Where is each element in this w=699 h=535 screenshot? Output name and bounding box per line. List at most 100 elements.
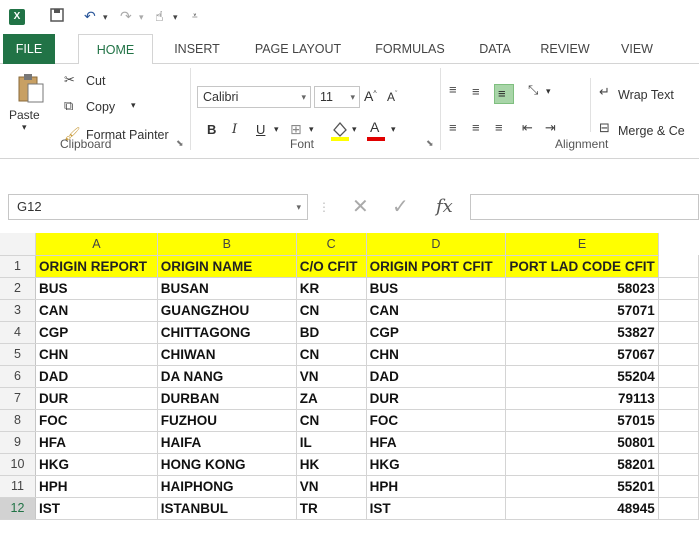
- cell[interactable]: 55204: [505, 365, 659, 388]
- cell[interactable]: CHIWAN: [157, 343, 297, 366]
- cell[interactable]: [658, 365, 699, 388]
- cell[interactable]: CHN: [35, 343, 158, 366]
- column-header-b[interactable]: B: [157, 233, 297, 256]
- cell[interactable]: GUANGZHOU: [157, 299, 297, 322]
- cell[interactable]: 58201: [505, 453, 659, 476]
- column-header-d[interactable]: D: [366, 233, 507, 256]
- row-header[interactable]: 8: [0, 409, 36, 432]
- cell[interactable]: DAD: [35, 365, 158, 388]
- font-launcher-icon[interactable]: ⬊: [426, 138, 434, 149]
- cell[interactable]: 53827: [505, 321, 659, 344]
- cell[interactable]: HAIFA: [157, 431, 297, 454]
- tab-file[interactable]: FILE: [3, 34, 55, 64]
- row-header[interactable]: 4: [0, 321, 36, 344]
- cell[interactable]: KR: [296, 277, 367, 300]
- cell[interactable]: VN: [296, 365, 367, 388]
- cell[interactable]: CGP: [366, 321, 507, 344]
- cell[interactable]: DAD: [366, 365, 507, 388]
- cell[interactable]: BUS: [35, 277, 158, 300]
- cancel-icon[interactable]: ✕: [352, 194, 369, 220]
- fill-color-dropdown-icon[interactable]: ▾: [352, 124, 357, 135]
- cell[interactable]: BUSAN: [157, 277, 297, 300]
- formula-input[interactable]: [470, 194, 699, 220]
- cell[interactable]: DUR: [366, 387, 507, 410]
- cell[interactable]: 58023: [505, 277, 659, 300]
- name-box[interactable]: G12 ▾: [8, 194, 308, 220]
- borders-icon[interactable]: ⊞: [290, 121, 302, 138]
- merge-center-icon[interactable]: ⊟: [599, 120, 610, 136]
- align-left-icon[interactable]: ≡: [449, 120, 457, 135]
- cell[interactable]: [658, 255, 699, 278]
- merge-center-button[interactable]: Merge & Ce: [618, 124, 685, 138]
- wrap-text-button[interactable]: Wrap Text: [618, 88, 674, 102]
- cell[interactable]: ISTANBUL: [157, 497, 297, 520]
- cell[interactable]: IST: [366, 497, 507, 520]
- cell[interactable]: CAN: [366, 299, 507, 322]
- cell[interactable]: DUR: [35, 387, 158, 410]
- spreadsheet-grid[interactable]: A B C D E 1 ORIGIN REPORT ORIGIN NAME C/O C…: [0, 233, 699, 535]
- cell[interactable]: BUS: [366, 277, 507, 300]
- cell[interactable]: VN: [296, 475, 367, 498]
- align-right-icon[interactable]: ≡: [495, 120, 503, 135]
- cell[interactable]: HKG: [366, 453, 507, 476]
- row-header[interactable]: 5: [0, 343, 36, 366]
- cell[interactable]: CN: [296, 299, 367, 322]
- row-header[interactable]: 12: [0, 497, 36, 520]
- font-family-select[interactable]: Calibri ▾: [197, 86, 311, 108]
- cut-icon[interactable]: ✂: [64, 72, 75, 88]
- customize-icon[interactable]: ⩡: [192, 11, 198, 22]
- cell[interactable]: FUZHOU: [157, 409, 297, 432]
- cell[interactable]: [658, 453, 699, 476]
- cell[interactable]: [658, 343, 699, 366]
- undo-dropdown-icon[interactable]: ▾: [103, 12, 108, 23]
- row-header[interactable]: 10: [0, 453, 36, 476]
- row-header[interactable]: 11: [0, 475, 36, 498]
- redo-dropdown-icon[interactable]: ▾: [139, 12, 144, 23]
- cell[interactable]: [658, 409, 699, 432]
- column-header-a[interactable]: A: [35, 233, 158, 256]
- select-all-corner[interactable]: [0, 233, 36, 256]
- insert-function-icon[interactable]: fx: [436, 194, 453, 220]
- undo-icon[interactable]: ↶: [84, 8, 96, 25]
- bold-button[interactable]: B: [207, 122, 216, 137]
- save-icon[interactable]: [50, 8, 64, 25]
- font-size-select[interactable]: 11 ▾: [314, 86, 360, 108]
- increase-indent-icon[interactable]: ⇥: [545, 120, 556, 136]
- increase-font-icon[interactable]: A^: [364, 88, 377, 104]
- cell[interactable]: HONG KONG: [157, 453, 297, 476]
- cell[interactable]: TR: [296, 497, 367, 520]
- align-center-icon[interactable]: ≡: [472, 120, 480, 135]
- enter-icon[interactable]: ✓: [392, 194, 409, 220]
- underline-dropdown-icon[interactable]: ▾: [274, 124, 279, 135]
- align-bottom-icon[interactable]: ≡: [494, 84, 514, 104]
- cell[interactable]: ZA: [296, 387, 367, 410]
- cell[interactable]: HK: [296, 453, 367, 476]
- cell[interactable]: CHN: [366, 343, 507, 366]
- tab-insert[interactable]: INSERT: [164, 34, 230, 64]
- row-header[interactable]: 9: [0, 431, 36, 454]
- cell[interactable]: HKG: [35, 453, 158, 476]
- cell[interactable]: CAN: [35, 299, 158, 322]
- cell[interactable]: HFA: [366, 431, 507, 454]
- column-header-c[interactable]: C: [296, 233, 367, 256]
- cell[interactable]: HFA: [35, 431, 158, 454]
- cell[interactable]: 79113: [505, 387, 659, 410]
- cell[interactable]: DA NANG: [157, 365, 297, 388]
- orientation-dropdown-icon[interactable]: ▾: [546, 86, 551, 97]
- cell[interactable]: ORIGIN REPORT: [35, 255, 158, 278]
- row-header[interactable]: 2: [0, 277, 36, 300]
- italic-button[interactable]: I: [232, 122, 237, 137]
- cell[interactable]: 57015: [505, 409, 659, 432]
- tab-review[interactable]: REVIEW: [530, 34, 600, 64]
- column-header-e[interactable]: E: [505, 233, 659, 256]
- cell[interactable]: IST: [35, 497, 158, 520]
- cell[interactable]: [658, 431, 699, 454]
- touch-dropdown-icon[interactable]: ▾: [173, 12, 178, 23]
- tab-view[interactable]: VIEW: [610, 34, 664, 64]
- row-header[interactable]: 6: [0, 365, 36, 388]
- decrease-font-icon[interactable]: Aˇ: [387, 90, 397, 104]
- touch-mode-icon[interactable]: ☝: [155, 8, 164, 25]
- cell[interactable]: DURBAN: [157, 387, 297, 410]
- row-header[interactable]: 1: [0, 255, 36, 278]
- tab-data[interactable]: DATA: [470, 34, 520, 64]
